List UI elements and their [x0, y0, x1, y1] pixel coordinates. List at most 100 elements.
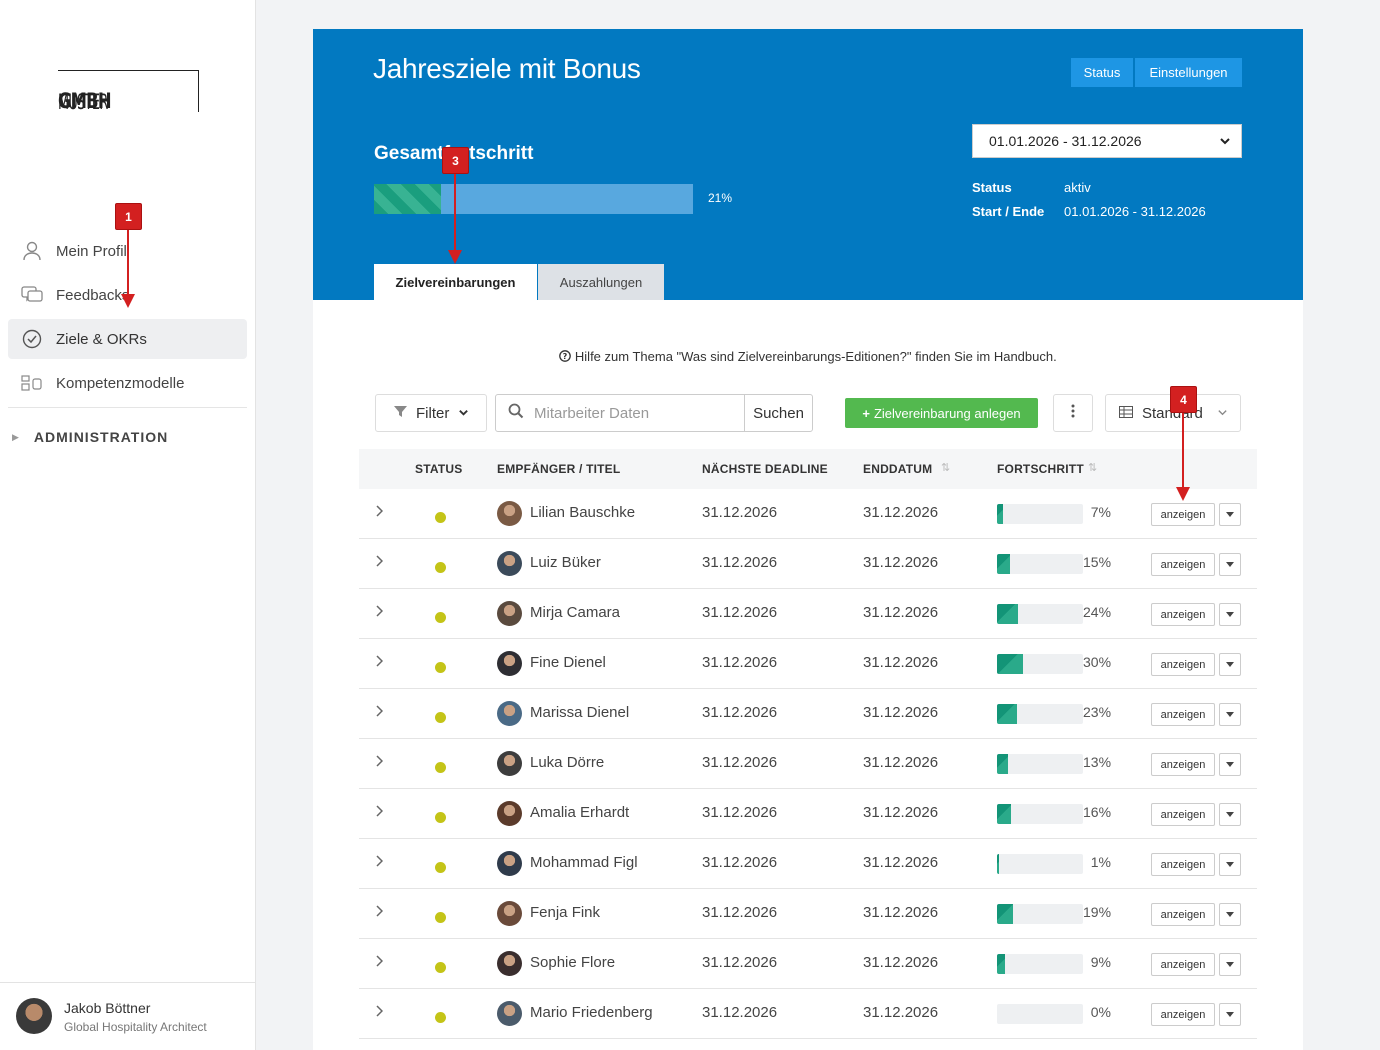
table-row[interactable]: Amalia Erhardt 31.12.2026 31.12.2026 16%… [359, 789, 1257, 839]
recipient-name[interactable]: Amalia Erhardt [530, 804, 629, 821]
user-role: Global Hospitality Architect [64, 1020, 207, 1034]
tab-payouts[interactable]: Auszahlungen [538, 264, 664, 300]
sidebar-item-goals[interactable]: Ziele & OKRs [8, 319, 247, 359]
table-row[interactable]: Fenja Fink 31.12.2026 31.12.2026 19% anz… [359, 889, 1257, 939]
create-goal-agreement-button[interactable]: + Zielvereinbarung anlegen [845, 398, 1038, 428]
avatar [16, 998, 52, 1034]
show-button[interactable]: anzeigen [1151, 953, 1215, 976]
recipient-name[interactable]: Fine Dienel [530, 654, 606, 671]
table-row[interactable]: Mario Friedenberg 31.12.2026 31.12.2026 … [359, 989, 1257, 1039]
table-row[interactable]: Fine Dienel 31.12.2026 31.12.2026 30% an… [359, 639, 1257, 689]
caret-down-icon [1226, 912, 1234, 917]
user-profile-box[interactable]: Jakob Böttner Global Hospitality Archite… [0, 982, 256, 1050]
chevron-right-icon[interactable] [375, 804, 384, 820]
end-date: 31.12.2026 [863, 804, 939, 821]
show-button[interactable]: anzeigen [1151, 503, 1215, 526]
search-group: Suchen [495, 394, 813, 432]
table-row[interactable]: Lilian Bauschke 31.12.2026 31.12.2026 7%… [359, 489, 1257, 539]
chevron-right-icon[interactable] [375, 954, 384, 970]
row-dropdown-button[interactable] [1219, 803, 1241, 826]
show-button[interactable]: anzeigen [1151, 653, 1215, 676]
chevron-right-icon[interactable] [375, 1004, 384, 1020]
row-dropdown-button[interactable] [1219, 553, 1241, 576]
show-button[interactable]: anzeigen [1151, 603, 1215, 626]
recipient-name[interactable]: Mohammad Figl [530, 854, 638, 871]
avatar [497, 601, 522, 626]
progress-pct: 13% [1083, 754, 1112, 770]
show-button[interactable]: anzeigen [1151, 553, 1215, 576]
row-dropdown-button[interactable] [1219, 753, 1241, 776]
recipient-name[interactable]: Fenja Fink [530, 904, 600, 921]
more-options-button[interactable] [1053, 394, 1093, 432]
filter-button[interactable]: Filter [375, 394, 487, 432]
show-button[interactable]: anzeigen [1151, 803, 1215, 826]
table-row[interactable]: Luiz Büker 31.12.2026 31.12.2026 15% anz… [359, 539, 1257, 589]
table-row[interactable]: Sophie Flore 31.12.2026 31.12.2026 9% an… [359, 939, 1257, 989]
sidebar: MUSTER GMBH Mein Profil Feedbacks Ziele &… [0, 0, 256, 1050]
search-icon [508, 403, 524, 424]
chevron-right-icon[interactable] [375, 704, 384, 720]
sidebar-item-competencies[interactable]: Kompetenzmodelle [8, 363, 247, 403]
chevron-right-icon[interactable] [375, 854, 384, 870]
help-text[interactable]: ? Hilfe zum Thema "Was sind Zielvereinba… [313, 349, 1303, 364]
row-dropdown-button[interactable] [1219, 853, 1241, 876]
next-deadline: 31.12.2026 [702, 654, 778, 671]
column-progress[interactable]: FORTSCHRITT [997, 462, 1084, 476]
column-recipient[interactable]: EMPFÄNGER / TITEL [497, 462, 620, 476]
sort-icon[interactable]: ⇅ [941, 461, 950, 474]
show-button[interactable]: anzeigen [1151, 703, 1215, 726]
help-icon: ? [559, 349, 575, 364]
row-dropdown-button[interactable] [1219, 503, 1241, 526]
chevron-right-icon[interactable] [375, 904, 384, 920]
recipient-name[interactable]: Marissa Dienel [530, 704, 629, 721]
annotation-arrow [127, 230, 129, 296]
check-circle-icon [8, 329, 56, 349]
recipient-name[interactable]: Luiz Büker [530, 554, 601, 571]
sidebar-item-label: Mein Profil [56, 242, 127, 260]
progress-pct: 30% [1083, 654, 1112, 670]
help-link[interactable]: Hilfe zum Thema "Was sind Zielvereinbaru… [575, 349, 1057, 364]
recipient-name[interactable]: Sophie Flore [530, 954, 615, 971]
table-row[interactable]: Mohammad Figl 31.12.2026 31.12.2026 1% a… [359, 839, 1257, 889]
date-range-select[interactable]: 01.01.2026 - 31.12.2026 [972, 124, 1242, 158]
column-next-deadline[interactable]: NÄCHSTE DEADLINE [702, 462, 828, 476]
row-dropdown-button[interactable] [1219, 703, 1241, 726]
column-end-date[interactable]: ENDDATUM [863, 462, 932, 476]
search-button[interactable]: Suchen [744, 395, 812, 431]
chevron-right-icon[interactable] [375, 654, 384, 670]
column-status[interactable]: STATUS [415, 462, 462, 476]
show-button[interactable]: anzeigen [1151, 753, 1215, 776]
sort-icon[interactable]: ⇅ [1088, 461, 1097, 474]
chevron-right-icon[interactable] [375, 604, 384, 620]
chevron-right-icon[interactable] [375, 754, 384, 770]
chevron-right-icon[interactable] [375, 504, 384, 520]
recipient-name[interactable]: Luka Dörre [530, 754, 604, 771]
status-dot [435, 762, 446, 773]
status-button[interactable]: Status [1071, 58, 1133, 87]
row-dropdown-button[interactable] [1219, 1003, 1241, 1026]
settings-button[interactable]: Einstellungen [1135, 58, 1242, 87]
progress-bar [997, 904, 1083, 924]
avatar [497, 701, 522, 726]
recipient-name[interactable]: Lilian Bauschke [530, 504, 635, 521]
recipient-name[interactable]: Mario Friedenberg [530, 1004, 653, 1021]
show-button[interactable]: anzeigen [1151, 903, 1215, 926]
chevron-right-icon[interactable] [375, 554, 384, 570]
sidebar-item-administration[interactable]: ▶ ADMINISTRATION [12, 429, 168, 445]
progress-pct: 9% [1090, 954, 1111, 970]
status-dot [435, 812, 446, 823]
company-logo[interactable]: MUSTER GMBH [58, 70, 199, 114]
progress-bar [997, 854, 1083, 874]
table-row[interactable]: Marissa Dienel 31.12.2026 31.12.2026 23%… [359, 689, 1257, 739]
table-row[interactable]: Mirja Camara 31.12.2026 31.12.2026 24% a… [359, 589, 1257, 639]
row-dropdown-button[interactable] [1219, 953, 1241, 976]
tab-goal-agreements[interactable]: Zielvereinbarungen [374, 264, 537, 300]
recipient-name[interactable]: Mirja Camara [530, 604, 620, 621]
row-dropdown-button[interactable] [1219, 903, 1241, 926]
table-row[interactable]: Luka Dörre 31.12.2026 31.12.2026 13% anz… [359, 739, 1257, 789]
row-dropdown-button[interactable] [1219, 603, 1241, 626]
search-input[interactable] [534, 404, 724, 422]
show-button[interactable]: anzeigen [1151, 1003, 1215, 1026]
show-button[interactable]: anzeigen [1151, 853, 1215, 876]
row-dropdown-button[interactable] [1219, 653, 1241, 676]
